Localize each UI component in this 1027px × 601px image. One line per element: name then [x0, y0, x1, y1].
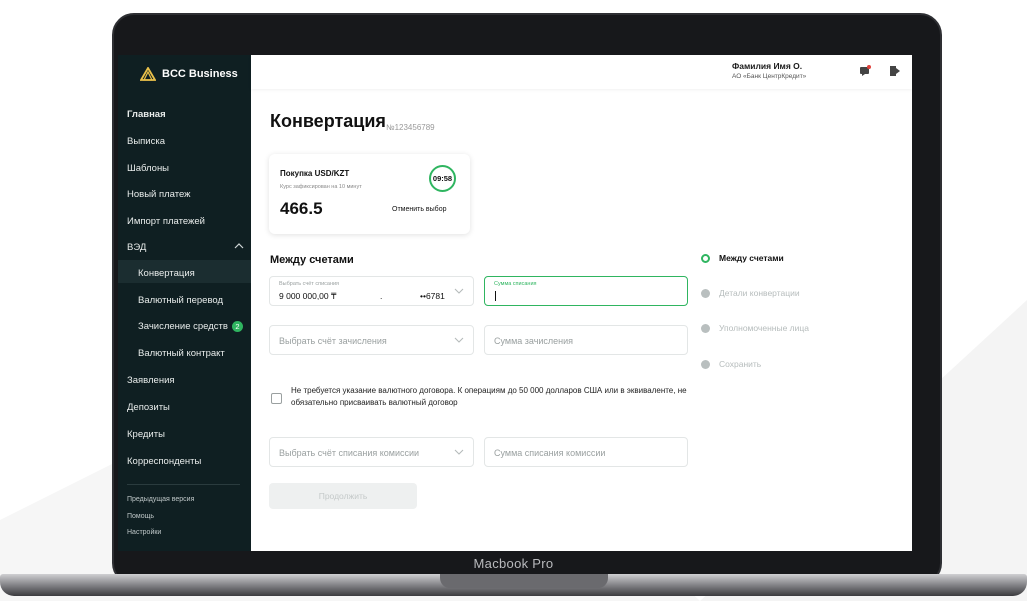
- sidebar-item-correspondents[interactable]: Корреспонденты: [127, 456, 201, 467]
- field-placeholder: Сумма списания комиссии: [494, 448, 606, 458]
- field-label: Выбрать счёт списания: [279, 281, 340, 287]
- sidebar: BCC Business Главная Выписка Шаблоны Нов…: [118, 55, 251, 551]
- sidebar-item-applications[interactable]: Заявления: [127, 375, 175, 386]
- sidebar-item-label: Зачисление средств: [138, 321, 228, 333]
- top-header: Фамилия Имя О. АО «Банк ЦентрКредит»: [251, 55, 912, 89]
- step-indicator: [701, 324, 710, 333]
- commission-account-select[interactable]: Выбрать счёт списания комиссии: [269, 437, 474, 467]
- countdown-timer: 09:58: [429, 165, 456, 192]
- app-screen: BCC Business Главная Выписка Шаблоны Нов…: [118, 55, 912, 551]
- field-placeholder: Сумма зачисления: [494, 336, 574, 346]
- help-link[interactable]: Помощь: [127, 513, 154, 520]
- step-between-accounts: Между счетами: [719, 253, 784, 263]
- page-title: Конвертация: [270, 111, 386, 131]
- checkbox-label[interactable]: Не требуется указание валютного договора…: [291, 385, 691, 409]
- debit-account-select[interactable]: Выбрать счёт списания 9 000 000,00 ₸ . •…: [269, 276, 474, 306]
- debit-account-number: ••6781: [420, 291, 445, 301]
- device-label: Macbook Pro: [473, 556, 554, 571]
- sidebar-item-import-payments[interactable]: Импорт платежей: [127, 216, 205, 227]
- field-placeholder: Выбрать счёт списания комиссии: [279, 448, 420, 458]
- currency-pair: Покупка USD/KZT: [280, 169, 350, 178]
- sidebar-item-conversion[interactable]: Конвертация: [138, 268, 195, 279]
- cancel-selection-link[interactable]: Отменить выбор: [392, 206, 446, 213]
- count-badge: 2: [231, 321, 243, 332]
- user-org: АО «Банк ЦентрКредит»: [732, 73, 807, 80]
- logo-text: BCC Business: [162, 68, 238, 80]
- sidebar-item-ved[interactable]: ВЭД: [127, 242, 146, 253]
- step-indicator-current: [701, 254, 710, 263]
- prev-version-link[interactable]: Предыдущая версия: [127, 496, 194, 503]
- debit-amount-input[interactable]: Сумма списания: [484, 276, 688, 306]
- text-caret: [495, 291, 496, 301]
- laptop-notch: [440, 574, 608, 588]
- step-conversion-details: Детали конвертации: [719, 288, 800, 298]
- bcc-logo-icon: [140, 67, 156, 81]
- step-indicator: [701, 360, 710, 369]
- exchange-rate-card: Покупка USD/KZT Курс зафиксирован на 10 …: [269, 154, 470, 234]
- sidebar-item-templates[interactable]: Шаблоны: [127, 163, 169, 174]
- debit-account-balance: 9 000 000,00 ₸: [279, 291, 337, 301]
- rate-fixed-note: Курс зафиксирован на 10 минут: [280, 184, 362, 190]
- field-label: Сумма списания: [494, 281, 537, 287]
- exchange-rate: 466.5: [280, 199, 323, 218]
- continue-button[interactable]: Продолжить: [269, 483, 417, 509]
- chevron-down-icon: [454, 288, 464, 294]
- sidebar-item-statement[interactable]: Выписка: [127, 136, 165, 147]
- step-indicator: [701, 289, 710, 298]
- sidebar-item-new-payment[interactable]: Новый платеж: [127, 189, 191, 200]
- sidebar-item-funds-credit[interactable]: Зачисление средств 2: [138, 321, 243, 332]
- user-name[interactable]: Фамилия Имя О.: [732, 61, 802, 71]
- logo[interactable]: BCC Business: [140, 67, 238, 81]
- sidebar-item-currency-transfer[interactable]: Валютный перевод: [138, 295, 223, 306]
- field-separator: .: [380, 291, 383, 301]
- step-save: Сохранить: [719, 359, 762, 369]
- document-number: №123456789: [386, 123, 435, 132]
- sidebar-item-currency-contract[interactable]: Валютный контракт: [138, 348, 225, 359]
- commission-amount-input[interactable]: Сумма списания комиссии: [484, 437, 688, 467]
- chevron-down-icon: [454, 449, 464, 455]
- field-placeholder: Выбрать счёт зачисления: [279, 336, 387, 346]
- step-authorized-persons: Уполномоченные лица: [719, 323, 809, 333]
- sidebar-item-credits[interactable]: Кредиты: [127, 429, 165, 440]
- settings-link[interactable]: Настройки: [127, 529, 161, 536]
- chevron-down-icon: [454, 337, 464, 343]
- credit-account-select[interactable]: Выбрать счёт зачисления: [269, 325, 474, 355]
- section-title: Между счетами: [270, 254, 354, 266]
- sidebar-divider: [127, 484, 240, 485]
- credit-amount-input[interactable]: Сумма зачисления: [484, 325, 688, 355]
- logout-icon[interactable]: [889, 65, 901, 77]
- sidebar-item-deposits[interactable]: Депозиты: [127, 402, 170, 413]
- no-contract-checkbox[interactable]: [271, 393, 282, 404]
- sidebar-item-home[interactable]: Главная: [127, 109, 166, 120]
- chat-icon[interactable]: [859, 65, 871, 77]
- chevron-up-icon[interactable]: [234, 243, 244, 249]
